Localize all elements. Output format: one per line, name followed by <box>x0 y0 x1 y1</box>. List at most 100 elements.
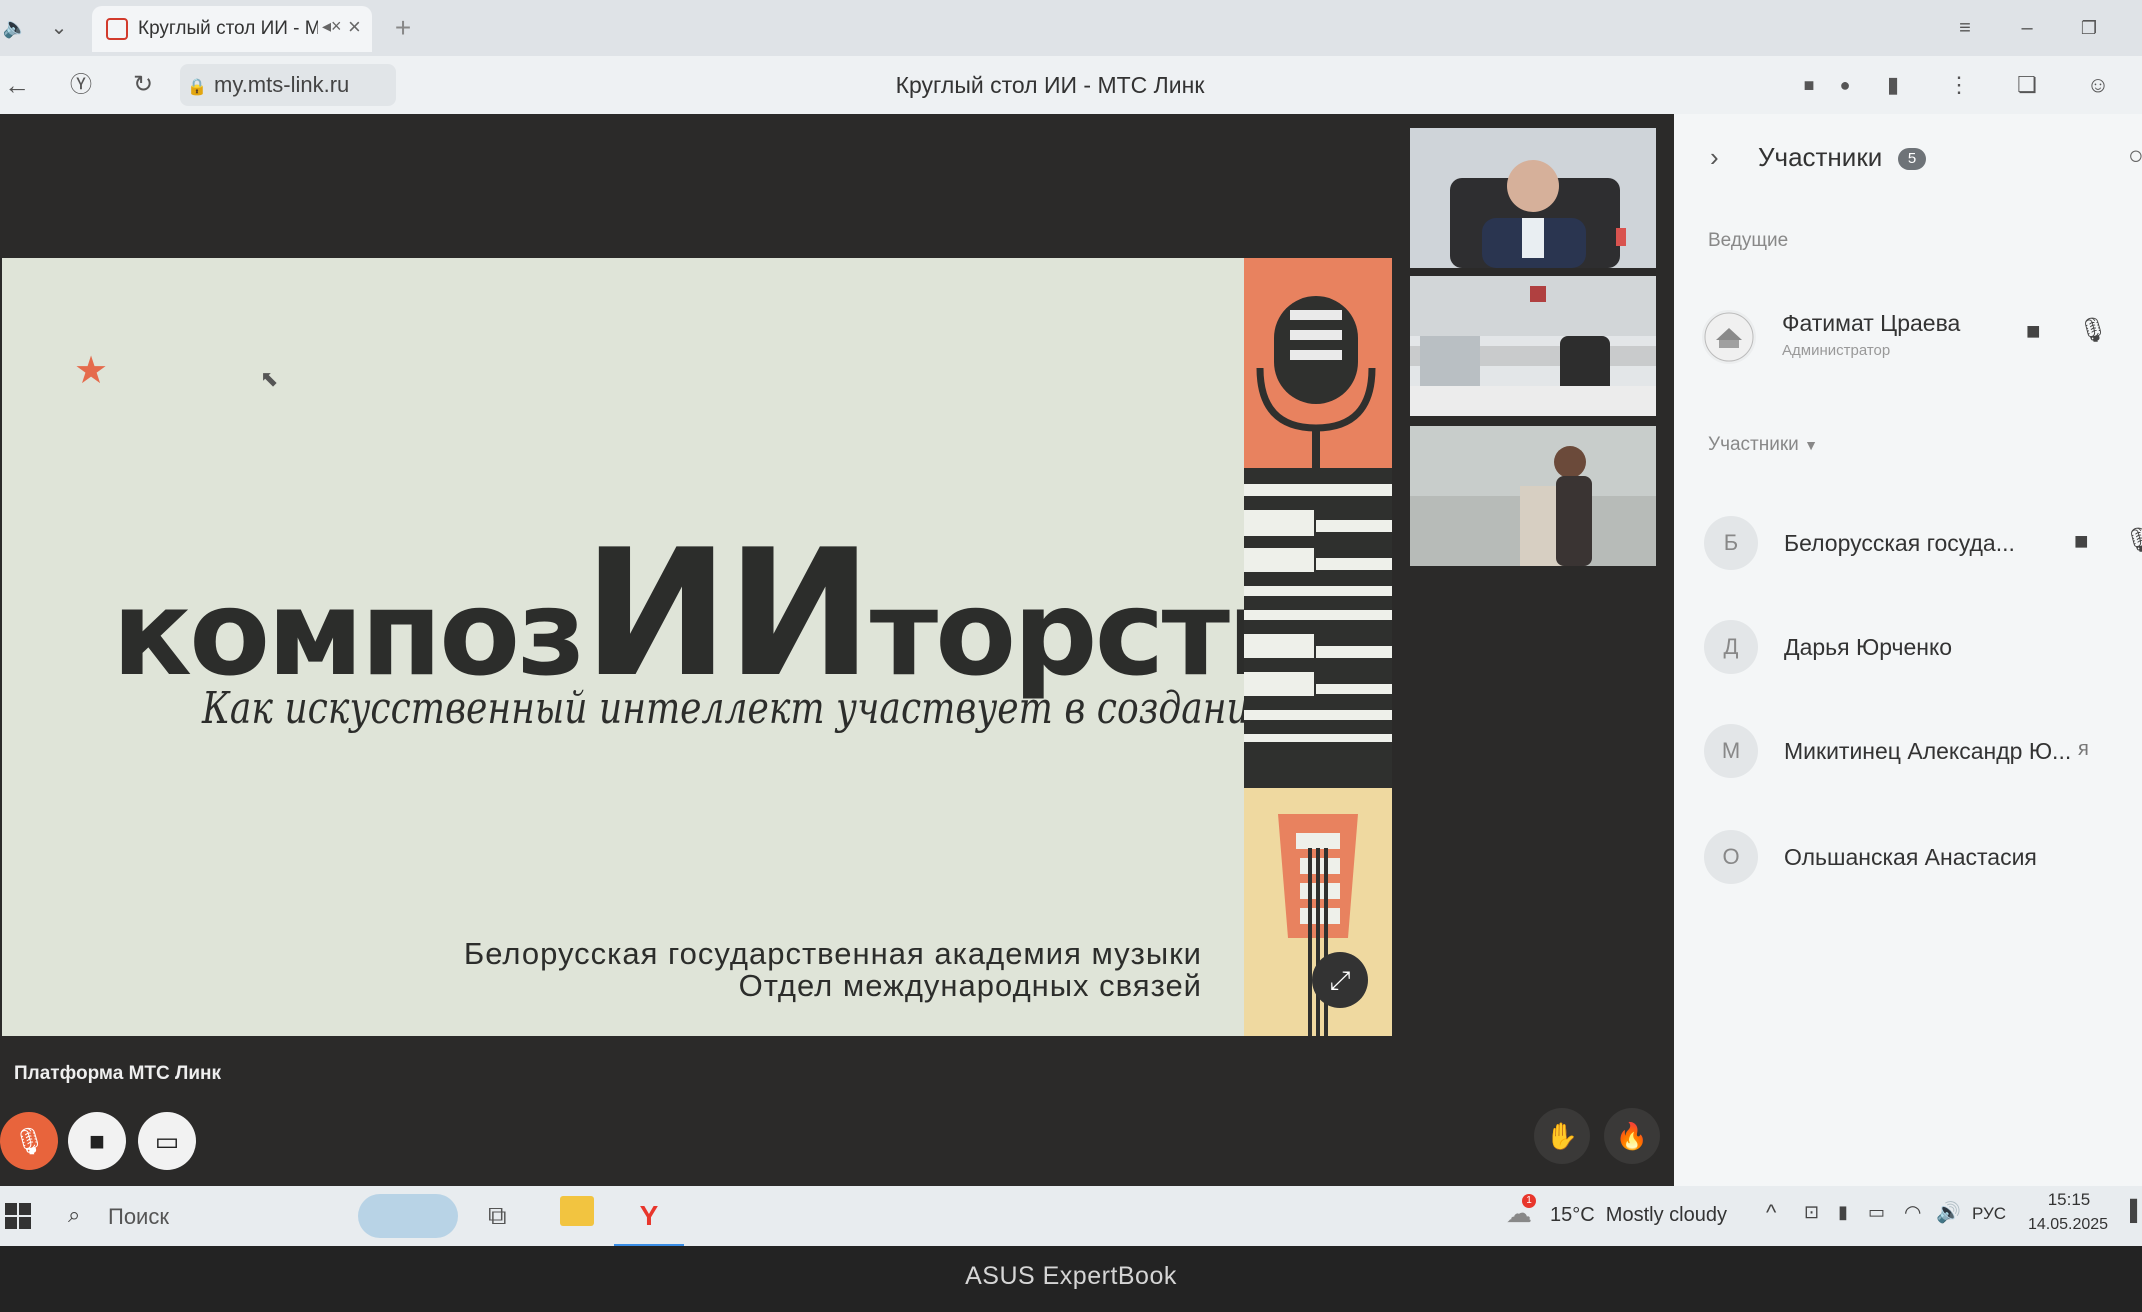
reload-icon[interactable]: ↻ <box>126 56 160 114</box>
tab-close-icon[interactable]: × <box>348 14 361 40</box>
microphone-in-use-icon[interactable]: ● <box>1830 56 1860 114</box>
wifi-icon[interactable]: ◠ <box>1904 1200 1921 1225</box>
participants-section-label[interactable]: Участники ▼ <box>1708 434 1818 456</box>
raise-hand-button[interactable]: ✋ <box>1534 1108 1590 1164</box>
academy-logo-icon <box>1704 312 1754 362</box>
task-view-icon[interactable]: ⧉ <box>488 1200 507 1232</box>
mic-off-icon: 🎙 <box>12 1126 46 1156</box>
screen-share-button[interactable]: ▭ <box>138 1112 196 1170</box>
restore-window-icon[interactable]: ❐ <box>2072 0 2106 56</box>
slide-organization: Белорусская государственная академия муз… <box>463 936 1202 971</box>
page-title: Круглый стол ИИ - МТС Линк <box>895 72 1205 98</box>
host-video-feed <box>1410 128 1656 268</box>
back-arrow-icon[interactable]: ← <box>0 56 34 114</box>
yandex-browser-icon[interactable]: Y <box>614 1188 684 1247</box>
video-tile-conference-room[interactable] <box>1410 276 1656 416</box>
more-menu-icon[interactable]: ⋮ <box>1944 56 1974 114</box>
yandex-icon[interactable]: Ⓨ <box>64 56 98 114</box>
address-field[interactable]: 🔒 my.mts-link.ru <box>180 64 396 106</box>
slide-title-part-1: композ <box>112 564 586 702</box>
participants-panel: › Участники 5 ○ Ведущие Фатимат Цраева А… <box>1674 114 2142 1186</box>
host-name: Фатимат Цраева <box>1782 310 1961 336</box>
new-tab-plus-icon[interactable]: + <box>386 0 420 56</box>
participant-name: Микитинец Александр Ю... <box>1784 738 2072 764</box>
volume-icon[interactable]: 🔊 <box>1936 1200 1961 1225</box>
battery-icon[interactable]: ▭ <box>1868 1202 1885 1223</box>
participant-microphone-icon[interactable]: 🎙 <box>2124 526 2142 555</box>
participant-row[interactable]: О Ольшанская Анастасия <box>1704 830 2142 904</box>
participant-avatar: О <box>1704 830 1758 884</box>
minimize-icon[interactable]: – <box>2010 0 2044 56</box>
speaker-video-feed <box>1410 426 1656 566</box>
windows-start-icon[interactable] <box>4 1202 32 1230</box>
flame-icon: 🔥 <box>1615 1121 1649 1151</box>
os-taskbar: ⌕ Поиск ⧉ Y ☁ 1 15°C Mostly cloudy ^ ⊡ ▮… <box>0 1186 2142 1247</box>
participant-avatar: Б <box>1704 516 1758 570</box>
tab-active[interactable]: Круглый стол ИИ - М ◂× × <box>92 6 372 52</box>
tab-audio-icon[interactable]: 🔈 <box>0 0 30 56</box>
platform-label: Платформа МТС Линк <box>14 1063 222 1084</box>
clock-date[interactable]: 14.05.2025 <box>2024 1216 2112 1234</box>
participant-name-suffix: я <box>2078 738 2089 760</box>
music-decoration <box>1244 258 1392 1036</box>
bookmark-icon[interactable]: ▮ <box>1878 56 1908 114</box>
video-tile-speaker[interactable] <box>1410 426 1656 566</box>
section-dropdown-icon: ▼ <box>1804 437 1818 453</box>
participants-count-badge: 5 <box>1898 148 1926 170</box>
participant-row[interactable]: М Микитинец Александр Ю... я <box>1704 724 2142 798</box>
profile-icon[interactable]: ☺ <box>2078 56 2118 114</box>
weather-text[interactable]: 15°C Mostly cloudy <box>1550 1204 1727 1227</box>
camera-button[interactable]: ■ <box>68 1112 126 1170</box>
star-icon: ★ <box>74 350 109 392</box>
slide-department: Отдел международных связей <box>738 968 1202 1003</box>
video-tile-host[interactable] <box>1410 128 1656 268</box>
search-icon: ⌕ <box>68 1202 81 1227</box>
presentation-slide: ★ ⬉ композИИторство Как искусственный ин… <box>2 258 1392 1036</box>
host-camera-icon[interactable]: ■ <box>2026 318 2041 346</box>
fullscreen-expand-icon[interactable]: ⤢ <box>1312 952 1368 1008</box>
reactions-button[interactable]: 🔥 <box>1604 1108 1660 1164</box>
url-text: my.mts-link.ru <box>214 72 350 97</box>
participant-camera-icon[interactable]: ■ <box>2074 528 2089 556</box>
taskbar-search[interactable]: ⌕ Поиск <box>58 1192 468 1240</box>
notifications-icon[interactable]: ▌ <box>2130 1200 2142 1223</box>
conference-room-video-feed <box>1410 276 1656 416</box>
tab-title: Круглый стол ИИ - М <box>138 18 318 39</box>
tray-overflow-chevron-icon[interactable]: ^ <box>1766 1200 1776 1226</box>
file-explorer-icon[interactable] <box>560 1196 594 1226</box>
participant-name: Ольшанская Анастасия <box>1784 844 2037 870</box>
mic-muted-button[interactable]: 🎙 <box>0 1112 58 1170</box>
host-microphone-icon[interactable]: 🎙 <box>2078 316 2108 345</box>
clock-time[interactable]: 15:15 <box>2030 1190 2108 1210</box>
host-row[interactable]: Фатимат Цраева Администратор ■ 🎙 <box>1702 302 2108 376</box>
monitor-icon: ▭ <box>154 1126 180 1156</box>
video-camera-icon: ■ <box>89 1126 105 1156</box>
participant-row[interactable]: Д Дарья Юрченко <box>1704 620 2142 694</box>
language-indicator[interactable]: РУС <box>1972 1204 2006 1224</box>
weather-alert-badge: 1 <box>1522 1194 1536 1208</box>
host-avatar <box>1702 310 1756 364</box>
slide-subtitle: Как искусственный интеллект участвует в … <box>202 683 1392 734</box>
participant-row[interactable]: Б Белорусская госуда... ■ 🎙 <box>1704 516 2142 590</box>
participant-name: Дарья Юрченко <box>1784 634 1953 660</box>
collapse-panel-chevron-icon[interactable]: › <box>1710 142 1719 173</box>
host-role: Администратор <box>1782 342 1891 359</box>
collections-icon[interactable]: ❏ <box>2010 56 2044 114</box>
panel-title: Участники <box>1758 142 1883 172</box>
tray-microphone-icon[interactable]: ▮ <box>1838 1202 1848 1223</box>
mouse-cursor-icon: ⬉ <box>260 366 279 391</box>
participant-avatar: М <box>1704 724 1758 778</box>
browser-tab-bar: 🔈 ⌄ Круглый стол ИИ - М ◂× × + ≡ – ❐ <box>0 0 2142 56</box>
tab-muted-icon[interactable]: ◂× <box>322 16 342 37</box>
participant-avatar: Д <box>1704 620 1758 674</box>
camera-in-use-icon[interactable]: ■ <box>1794 56 1824 114</box>
hand-icon: ✋ <box>1545 1121 1579 1151</box>
search-icon[interactable]: ○ <box>2128 140 2142 171</box>
taskbar-search-placeholder: Поиск <box>108 1204 169 1229</box>
laptop-brand-label: ASUS ExpertBook <box>965 1262 1177 1290</box>
participant-name: Белорусская госуда... <box>1784 530 2015 556</box>
search-highlight-image <box>358 1194 458 1238</box>
tab-list-chevron-icon[interactable]: ⌄ <box>44 0 74 56</box>
tray-device-icon[interactable]: ⊡ <box>1804 1202 1819 1223</box>
tabs-menu-icon[interactable]: ≡ <box>1948 0 1982 56</box>
